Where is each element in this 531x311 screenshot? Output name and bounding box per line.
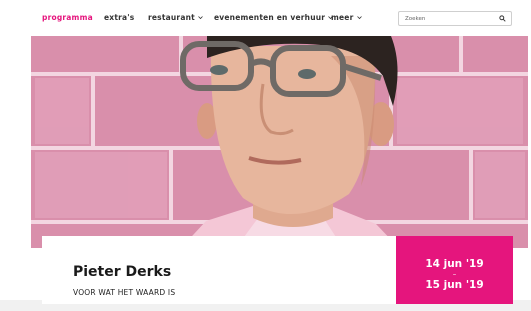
event-info-card: Pieter Derks VOOR WAT HET WAARD IS (42, 236, 396, 304)
nav-item-label: programma (42, 13, 93, 22)
nav-item-label: evenementen en verhuur (214, 13, 326, 22)
event-date-card: 14 jun '19 – 15 jun '19 (396, 236, 513, 304)
performer-portrait (31, 36, 528, 248)
top-navigation: programma extra's restaurant evenementen… (0, 0, 531, 36)
nav-item-programma[interactable]: programma (42, 13, 93, 22)
nav-item-label: meer (331, 13, 354, 22)
nav-item-restaurant[interactable]: restaurant (148, 13, 203, 22)
nav-item-meer[interactable]: meer (331, 13, 362, 22)
search-input[interactable] (405, 15, 495, 22)
hero-image (31, 36, 528, 248)
show-title: VOOR WAT HET WAARD IS (73, 288, 176, 297)
date-separator: – (452, 270, 457, 278)
nav-item-label: restaurant (148, 13, 195, 22)
search-icon[interactable] (499, 15, 506, 22)
search-box (398, 11, 512, 26)
chevron-down-icon (198, 16, 203, 20)
nav-item-label: extra's (104, 13, 135, 22)
nav-item-extras[interactable]: extra's (104, 13, 134, 22)
date-end: 15 jun '19 (425, 279, 484, 291)
chevron-down-icon (356, 16, 362, 20)
date-start: 14 jun '19 (425, 258, 484, 270)
nav-item-evenementen[interactable]: evenementen en verhuur (214, 13, 333, 22)
performer-name: Pieter Derks (73, 264, 172, 280)
